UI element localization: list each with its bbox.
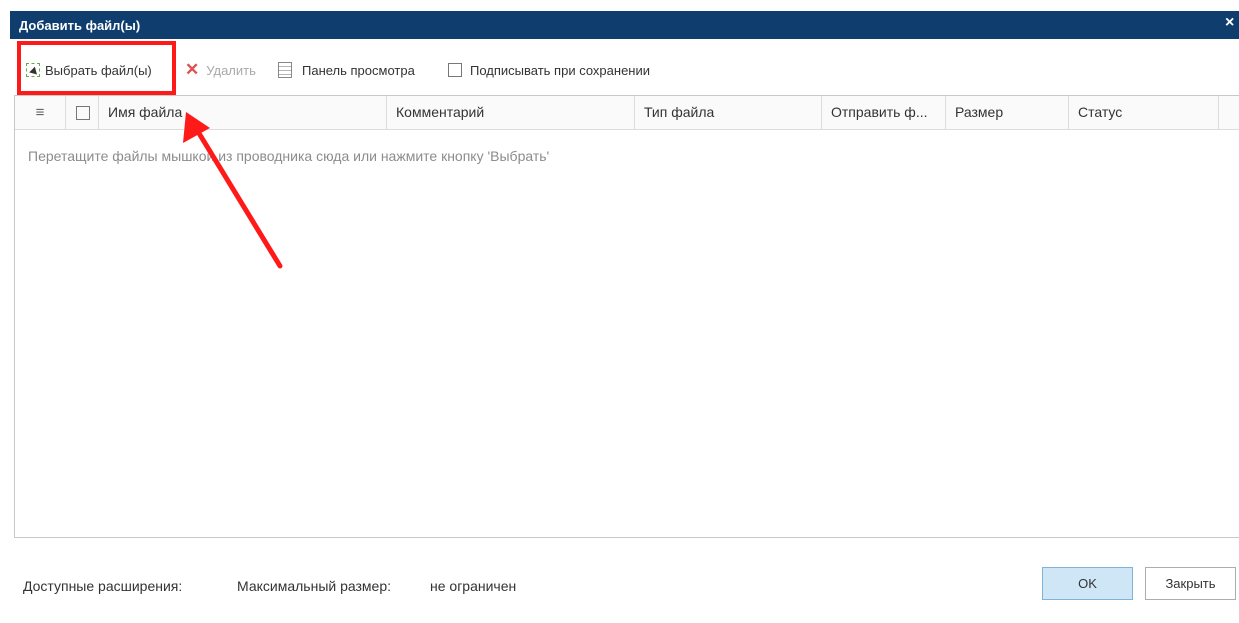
- close-icon[interactable]: ×: [1225, 14, 1239, 34]
- column-header-status[interactable]: Статус: [1069, 96, 1219, 129]
- preview-panel-icon: [278, 62, 292, 78]
- delete-label: Удалить: [206, 62, 256, 78]
- select-all-checkbox[interactable]: [66, 96, 99, 129]
- sign-on-save-checkbox[interactable]: Подписывать при сохранении: [448, 61, 650, 79]
- preview-panel-label: Панель просмотра: [302, 62, 415, 78]
- column-header-filename[interactable]: Имя файла: [99, 96, 387, 129]
- extensions-label: Доступные расширения:: [23, 578, 183, 594]
- column-header-filetype[interactable]: Тип файла: [635, 96, 822, 129]
- preview-panel-button[interactable]: Панель просмотра: [278, 61, 415, 79]
- hamburger-menu-icon[interactable]: ≡: [15, 96, 66, 129]
- column-header-size[interactable]: Размер: [946, 96, 1069, 129]
- sign-on-save-label: Подписывать при сохранении: [470, 62, 651, 78]
- close-button[interactable]: Закрыть: [1145, 567, 1236, 600]
- checkbox-box[interactable]: [76, 106, 90, 120]
- files-grid[interactable]: ≡ Имя файла Комментарий Тип файла Отправ…: [14, 95, 1239, 538]
- delete-x-icon: ✕: [185, 60, 200, 79]
- select-files-label: Выбрать файл(ы): [45, 62, 152, 78]
- max-size-label: Максимальный размер:: [237, 578, 392, 594]
- empty-drop-hint: Перетащите файлы мышкой из проводника сю…: [28, 148, 550, 164]
- max-size-value: не ограничен: [430, 578, 517, 594]
- column-header-send[interactable]: Отправить ф...: [822, 96, 946, 129]
- column-header-comment[interactable]: Комментарий: [387, 96, 635, 129]
- grid-header: ≡ Имя файла Комментарий Тип файла Отправ…: [15, 96, 1239, 130]
- delete-button[interactable]: ✕ Удалить: [185, 60, 256, 79]
- checkbox-box[interactable]: [448, 63, 462, 77]
- dialog-title: Добавить файл(ы): [19, 18, 141, 33]
- select-file-icon: [26, 63, 40, 77]
- toolbar: Выбрать файл(ы) ✕ Удалить Панель просмот…: [10, 39, 1239, 95]
- select-files-button[interactable]: Выбрать файл(ы): [26, 61, 152, 79]
- dialog-titlebar: Добавить файл(ы) ×: [10, 11, 1239, 39]
- ok-button[interactable]: OK: [1042, 567, 1133, 600]
